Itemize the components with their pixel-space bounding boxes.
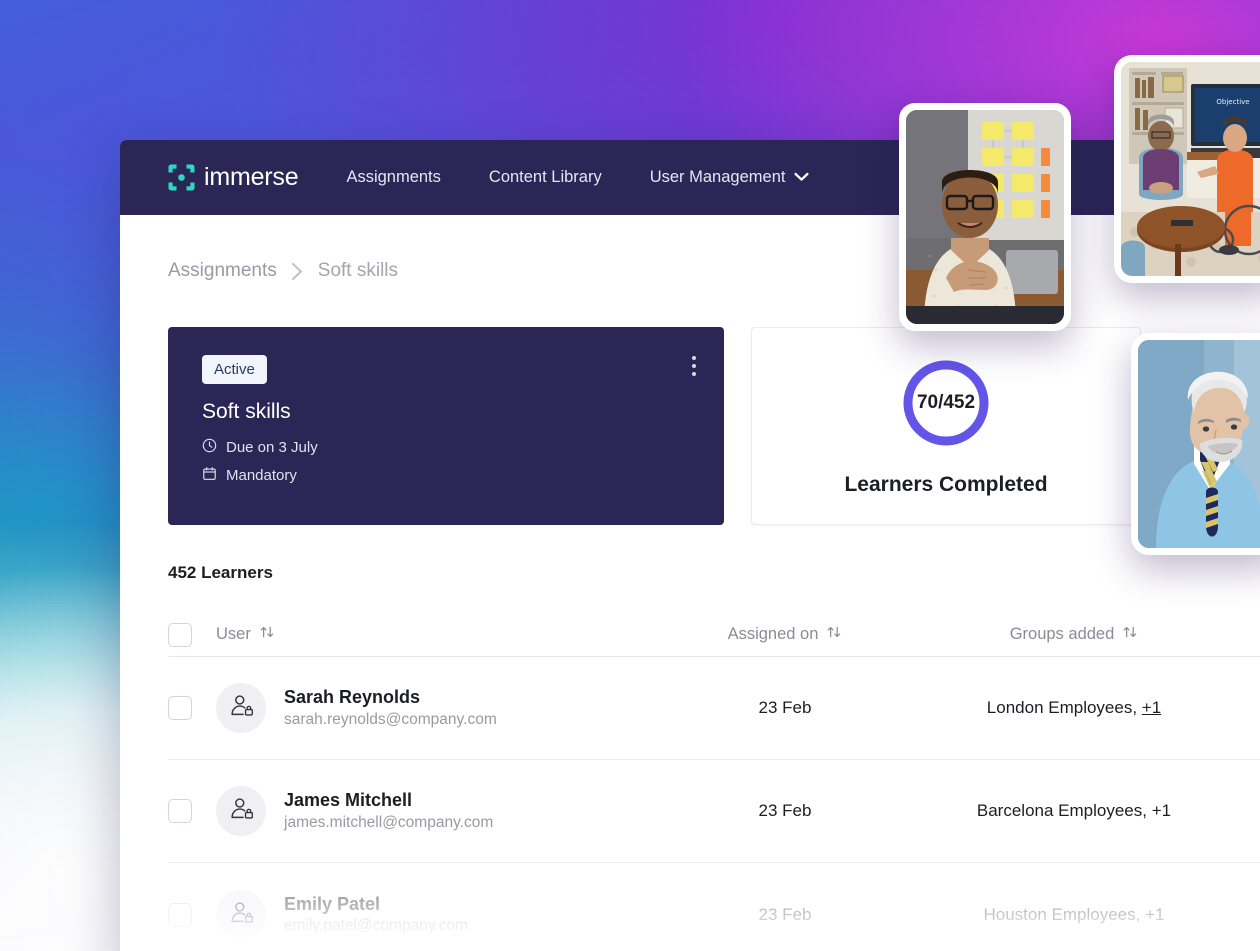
row-checkbox[interactable] [168,799,192,823]
brand-name: immerse [204,163,299,191]
table-row[interactable]: Emily Patel emily.patel@company.com 23 F… [168,863,1260,951]
sort-arrows-icon [1122,624,1138,645]
avatar [216,786,266,836]
clock-icon [202,438,217,457]
avatar [216,889,266,940]
learners-completed-card: 70/452 Learners Completed [751,327,1141,525]
learners-count-heading: 452 Learners [168,563,273,582]
assignment-due-label: Due on 3 July [226,439,318,456]
cell-user: Sarah Reynolds sarah.reynolds@company.co… [216,683,661,733]
groups-list: Houston Employees, [983,904,1146,924]
nav-link-assignments-label: Assignments [346,168,441,186]
vr-scene-presenter[interactable] [899,103,1071,331]
immerse-logo-icon [168,164,195,191]
table-row[interactable]: Sarah Reynolds sarah.reynolds@company.co… [168,657,1260,760]
groups-more-link[interactable]: +1 [1152,801,1171,820]
app-window: immerse Assignments Content Library User… [120,140,1260,951]
user-name: Emily Patel [284,893,381,914]
nav-link-content-library[interactable]: Content Library [489,160,602,195]
vr-scene-executive[interactable] [1131,333,1260,555]
cell-user: James Mitchell james.mitchell@company.co… [216,786,661,836]
assignment-mandatory: Mandatory [202,466,700,485]
learners-completed-caption: Learners Completed [844,473,1048,496]
select-all-checkbox-cell [168,622,216,647]
column-header-assigned-on[interactable]: Assigned on [661,624,909,645]
user-lock-icon [228,692,255,724]
groups-list: London Employees, [986,698,1142,717]
chevron-right-icon [291,262,304,281]
nav-link-user-management-label: User Management [649,168,786,186]
cell-groups-added: Barcelona Employees, +1 [909,801,1239,821]
sort-arrows-icon [259,624,275,645]
user-lock-icon [228,795,255,827]
cell-assigned-on: 23 Feb [758,698,812,717]
select-all-checkbox[interactable] [168,622,192,647]
learners-table: User Assigned on Groups added Sarah Reyn… [120,613,1260,951]
assignment-mandatory-label: Mandatory [226,467,297,484]
cell-assigned-on: 23 Feb [758,801,812,820]
row-checkbox-cell [168,902,216,927]
column-header-assigned-on-label: Assigned on [727,625,819,643]
groups-list: Barcelona Employees, [976,801,1152,820]
cell-groups-added: Houston Employees, +1 [909,905,1239,925]
donut-center-value: 70/452 [916,392,976,413]
learners-completed-donut-chart: 70/452 [898,355,994,451]
assignment-due-date: Due on 3 July [202,438,700,457]
calendar-icon [202,466,217,485]
user-lock-icon [228,899,255,931]
table-row[interactable]: James Mitchell james.mitchell@company.co… [168,760,1260,863]
status-badge: Active [202,355,267,384]
column-header-groups-added-label: Groups added [1009,625,1115,643]
assignment-summary-card: Active Soft skills Due on 3 July Mandato… [168,327,724,525]
breadcrumb-item-soft-skills[interactable]: Soft skills [318,260,398,282]
row-checkbox-cell [168,799,216,823]
breadcrumb: Assignments Soft skills [120,215,1260,282]
cell-assigned-on: 23 Feb [758,904,812,924]
breadcrumb-item-assignments[interactable]: Assignments [168,260,277,282]
vr-scene-meeting-room-image: Objective [1121,62,1260,276]
column-header-groups-added[interactable]: Groups added [909,624,1239,645]
screenshot-root: immerse Assignments Content Library User… [0,0,1260,951]
nav-link-assignments[interactable]: Assignments [346,160,440,195]
svg-text:Objective: Objective [1216,98,1249,106]
assignment-title: Soft skills [202,400,291,423]
groups-more-link[interactable]: +1 [1145,905,1164,924]
groups-more-link[interactable]: +1 [1142,698,1161,717]
vr-scene-executive-image [1138,340,1260,548]
brand-logo[interactable]: immerse [168,163,299,191]
vr-scene-presenter-image [906,110,1064,324]
sort-arrows-icon [826,624,842,645]
nav-link-content-library-label: Content Library [488,168,602,186]
nav-link-user-management[interactable]: User Management [650,160,810,195]
column-header-user-label: User [216,625,251,643]
top-navigation-bar: immerse Assignments Content Library User… [120,140,1260,215]
user-email: sarah.reynolds@company.com [284,710,497,728]
summary-cards-row: Active Soft skills Due on 3 July Mandato… [120,282,1260,525]
row-checkbox[interactable] [168,902,192,927]
cell-user: Emily Patel emily.patel@company.com [216,889,661,940]
kebab-menu-icon[interactable] [688,352,700,380]
row-checkbox-cell [168,696,216,720]
chevron-down-icon [794,168,810,187]
row-checkbox[interactable] [168,696,192,720]
cell-groups-added: London Employees, +1 [909,698,1239,718]
table-header-row: User Assigned on Groups added [168,613,1260,657]
avatar [216,683,266,733]
vr-scene-meeting-room[interactable]: Objective [1114,55,1260,283]
user-name: Sarah Reynolds [284,687,421,708]
user-email: james.mitchell@company.com [284,813,494,831]
user-name: James Mitchell [284,790,413,811]
user-email: emily.patel@company.com [284,917,469,935]
column-header-user[interactable]: User [216,624,661,645]
